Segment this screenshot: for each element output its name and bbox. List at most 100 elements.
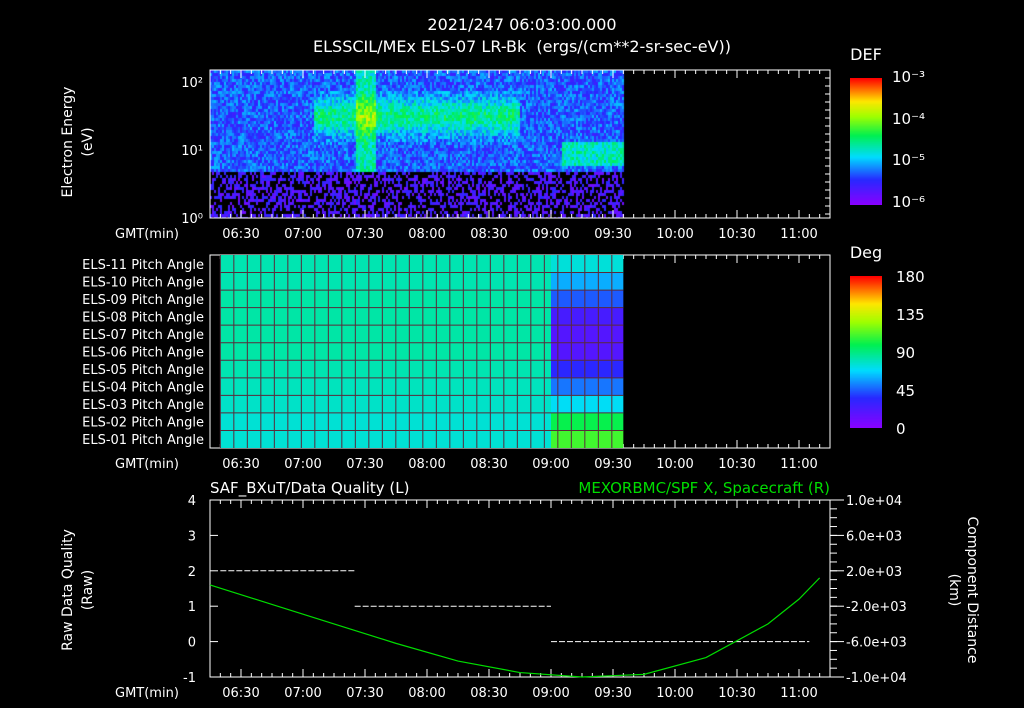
dq-right-title: MEXORBMC/SPF X, Spacecraft (R) xyxy=(578,479,830,497)
time-tick-label: 08:00 xyxy=(408,686,445,701)
spec-yunit: (eV) xyxy=(80,127,96,156)
def-colorbar-title: DEF xyxy=(850,45,882,64)
time-axis-label: GMT(min) xyxy=(115,457,179,472)
dq-y2unit: (km) xyxy=(946,574,962,607)
panel-frame-0 xyxy=(209,69,831,219)
spec-ytick-2: 10² xyxy=(181,76,203,91)
pitch-row-label: ELS-01 Pitch Angle xyxy=(82,433,204,448)
time-tick-label: 07:30 xyxy=(346,227,383,242)
def-tick-0: 10⁻³ xyxy=(892,68,925,86)
dq-ytick-label: 3 xyxy=(188,529,196,544)
dq-y2tick-label: -2.0e+03 xyxy=(846,600,907,615)
dq-ytick-label: 4 xyxy=(188,494,196,509)
pitch-row-label: ELS-05 Pitch Angle xyxy=(82,363,204,378)
time-tick-label: 08:30 xyxy=(470,227,507,242)
pitch-cell xyxy=(551,395,624,413)
def-tick-1: 10⁻⁴ xyxy=(892,110,925,128)
dq-y2tick-label: 2.0e+03 xyxy=(846,565,902,580)
dq-y2tick-label: -1.0e+04 xyxy=(846,671,907,686)
time-tick-label: 10:00 xyxy=(656,227,693,242)
deg-tick-0: 180 xyxy=(896,268,925,286)
time-tick-label: 06:30 xyxy=(222,227,259,242)
time-tick-label: 08:30 xyxy=(470,457,507,472)
dq-y2tick-label: 6.0e+03 xyxy=(846,529,902,544)
pitch-cell xyxy=(551,412,624,431)
time-tick-label: 08:30 xyxy=(470,686,507,701)
time-tick-label: 09:00 xyxy=(532,227,569,242)
dq-left-title: SAF_BXuT/Data Quality (L) xyxy=(210,479,410,498)
time-tick-label: 11:00 xyxy=(780,457,817,472)
pitch-cell xyxy=(551,342,624,361)
pitch-cell xyxy=(551,360,624,378)
time-tick-label: 10:00 xyxy=(656,686,693,701)
dq-ytick-label: -1 xyxy=(183,671,196,686)
pitch-row-label: ELS-10 Pitch Angle xyxy=(82,275,204,290)
time-axis-label: GMT(min) xyxy=(115,227,179,242)
pitch-cell xyxy=(220,395,552,413)
pitch-cell xyxy=(220,307,552,326)
time-tick-label: 07:00 xyxy=(284,227,321,242)
plot-svg: 2021/247 06:03:00.000 ELSSCIL/MEx ELS-07… xyxy=(60,15,980,701)
pitch-cell xyxy=(220,377,552,396)
pitch-cell xyxy=(220,412,552,431)
dq-ytick-label: 0 xyxy=(188,636,196,651)
pitch-cell xyxy=(551,290,624,308)
pitch-cell xyxy=(220,430,552,448)
deg-tick-4: 0 xyxy=(896,420,906,438)
spacecraft-x-line xyxy=(209,577,821,678)
time-tick-label: 09:30 xyxy=(594,686,631,701)
spec-ylabel: Electron Energy xyxy=(60,87,76,198)
def-tick-2: 10⁻⁵ xyxy=(892,151,925,169)
pitch-row-label: ELS-09 Pitch Angle xyxy=(82,293,204,308)
time-tick-label: 07:30 xyxy=(346,686,383,701)
time-tick-label: 08:00 xyxy=(408,457,445,472)
dq-y2tick-label: -6.0e+03 xyxy=(846,636,907,651)
pitch-cell xyxy=(220,342,552,361)
dq-yunit: (Raw) xyxy=(80,570,96,610)
dq-ytick-label: 2 xyxy=(188,565,196,580)
deg-colorbar-title: Deg xyxy=(850,243,882,262)
header-datetime: 2021/247 06:03:00.000 xyxy=(427,15,616,34)
time-tick-label: 09:00 xyxy=(532,686,569,701)
pitch-cell xyxy=(551,255,624,273)
pitch-cell xyxy=(220,255,552,273)
time-tick-label: 10:30 xyxy=(718,227,755,242)
spec-ytick-0: 10⁰ xyxy=(181,212,203,227)
pitch-cell xyxy=(220,290,552,308)
pitch-cell xyxy=(551,325,624,343)
spec-ytick-1: 10¹ xyxy=(181,144,203,159)
pitch-row-label: ELS-08 Pitch Angle xyxy=(82,310,204,325)
pitch-row-label: ELS-04 Pitch Angle xyxy=(82,381,204,396)
pitch-row-label: ELS-07 Pitch Angle xyxy=(82,328,204,343)
deg-tick-2: 90 xyxy=(896,344,915,362)
pitch-row-label: ELS-02 Pitch Angle xyxy=(82,416,204,431)
pitch-cell xyxy=(551,430,624,448)
deg-tick-1: 135 xyxy=(896,306,925,324)
time-tick-label: 11:00 xyxy=(780,227,817,242)
panel-frame-2 xyxy=(209,499,831,678)
pitch-cell xyxy=(220,325,552,343)
time-tick-label: 07:30 xyxy=(346,457,383,472)
deg-tick-3: 45 xyxy=(896,382,915,400)
dq-ylabel: Raw Data Quality xyxy=(60,529,76,651)
dq-ytick-label: 1 xyxy=(188,600,196,615)
pitch-cell xyxy=(551,377,624,396)
header-title: ELSSCIL/MEx ELS-07 LR-Bk (ergs/(cm**2-sr… xyxy=(313,37,731,56)
time-axis-label: GMT(min) xyxy=(115,686,179,701)
time-tick-label: 07:00 xyxy=(284,457,321,472)
time-tick-label: 06:30 xyxy=(222,457,259,472)
time-tick-label: 11:00 xyxy=(780,686,817,701)
time-tick-label: 09:00 xyxy=(532,457,569,472)
pitch-row-label: ELS-06 Pitch Angle xyxy=(82,346,204,361)
pitch-row-label: ELS-11 Pitch Angle xyxy=(82,258,204,273)
time-tick-label: 06:30 xyxy=(222,686,259,701)
time-tick-label: 10:30 xyxy=(718,457,755,472)
dq-y2label: Component Distance xyxy=(964,517,980,664)
time-tick-label: 07:00 xyxy=(284,686,321,701)
pitch-cell xyxy=(220,272,552,291)
pitch-cell xyxy=(551,307,624,326)
time-tick-label: 08:00 xyxy=(408,227,445,242)
dq-y2tick-label: 1.0e+04 xyxy=(846,494,902,509)
pitch-cell xyxy=(220,360,552,378)
def-tick-3: 10⁻⁶ xyxy=(892,193,925,211)
